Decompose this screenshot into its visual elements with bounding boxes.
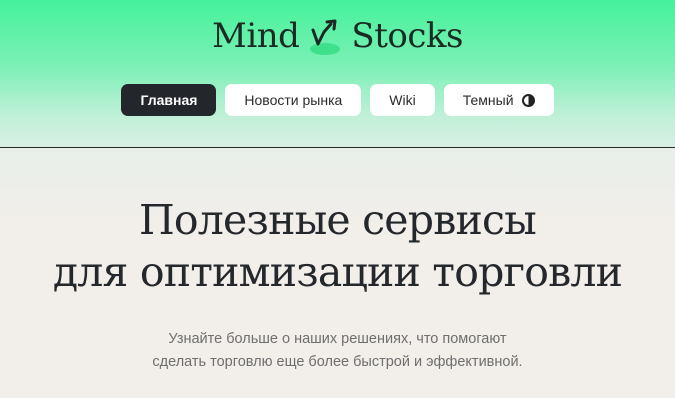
rising-arrow-icon: [305, 14, 345, 58]
hero-title: Полезные сервисы для оптимизации торговл…: [0, 194, 675, 298]
nav-market-news-label: Новости рынка: [244, 92, 343, 108]
hero-title-line1: Полезные сервисы: [138, 196, 537, 244]
logo-text-mind: Mind: [212, 16, 300, 56]
hero-subtitle-line1: Узнайте больше о наших решениях, что пом…: [168, 331, 507, 347]
logo[interactable]: Mind Stocks: [0, 14, 675, 58]
nav-market-news-button[interactable]: Новости рынка: [225, 84, 362, 116]
theme-toggle-label: Темный: [462, 92, 514, 108]
nav-home-label: Главная: [140, 92, 198, 108]
main-nav: Главная Новости рынка Wiki Темный: [0, 84, 675, 116]
nav-wiki-label: Wiki: [389, 92, 416, 108]
logo-text-stocks: Stocks: [351, 16, 463, 56]
hero-section: Полезные сервисы для оптимизации торговл…: [0, 148, 675, 398]
hero-subtitle: Узнайте больше о наших решениях, что пом…: [98, 328, 578, 374]
site-header: Mind Stocks Главная Новости рынка Wiki Т…: [0, 0, 675, 148]
hero-title-line2: для оптимизации торговли: [52, 248, 623, 296]
theme-toggle-icon: [521, 93, 535, 107]
nav-wiki-button[interactable]: Wiki: [370, 84, 435, 116]
hero-subtitle-line2: сделать торговлю еще более быстрой и эфф…: [152, 354, 523, 370]
theme-toggle-button[interactable]: Темный: [443, 84, 554, 116]
nav-home-button[interactable]: Главная: [121, 84, 217, 116]
